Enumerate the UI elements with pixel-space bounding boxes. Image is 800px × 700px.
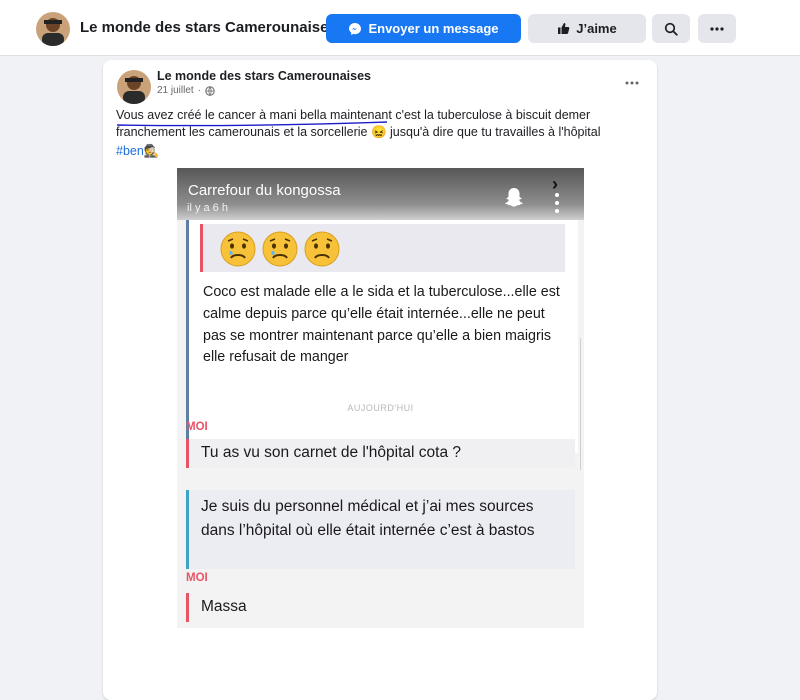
received-message-bubble: Je suis du personnel médical et j’ai mes… xyxy=(186,490,575,569)
divider xyxy=(580,338,581,470)
snapchat-ghost-icon xyxy=(505,188,523,207)
globe-icon xyxy=(205,85,215,96)
more-icon xyxy=(625,81,639,85)
like-label: J’aime xyxy=(576,21,617,36)
message-text-2: Je suis du personnel médical et j’ai mes… xyxy=(201,498,535,539)
thumbs-up-icon xyxy=(558,23,570,34)
page-avatar[interactable] xyxy=(36,12,70,46)
sad-emoji-row xyxy=(219,230,341,268)
search-icon xyxy=(664,22,678,36)
send-message-button[interactable]: Envoyer un message xyxy=(326,14,521,43)
day-divider: AUJOURD'HUI xyxy=(347,403,414,413)
message-text-1: Coco est malade elle a le sida et la tub… xyxy=(203,284,560,366)
post-text: Vous avez créé le cancer à mani bella ma… xyxy=(116,107,646,141)
page-name[interactable]: Le monde des stars Camerounaises xyxy=(80,19,337,36)
more-icon xyxy=(710,26,724,31)
page-header: Le monde des stars Camerounaises Envoyer… xyxy=(0,0,800,56)
underline-annotation xyxy=(116,121,388,127)
sad-emoji-icon xyxy=(262,231,298,267)
reply-text-1: Tu as vu son carnet de l'hôpital cota ? xyxy=(201,444,462,461)
sent-message-bubble: Tu as vu son carnet de l'hôpital cota ? xyxy=(186,439,575,468)
post-author-name[interactable]: Le monde des stars Camerounaises xyxy=(157,69,371,83)
reply-text-2: Massa xyxy=(201,598,247,615)
more-options-button[interactable] xyxy=(698,14,736,43)
search-button[interactable] xyxy=(652,14,690,43)
post-meta: 21 juillet · xyxy=(157,85,215,96)
post-options-button[interactable] xyxy=(621,76,643,90)
sad-emoji-icon xyxy=(304,231,340,267)
like-page-button[interactable]: J’aime xyxy=(528,14,646,43)
post-image[interactable]: Carrefour du kongossa il y a 6 h › Coco … xyxy=(177,168,584,628)
post-hashtag[interactable]: #ben🕵 xyxy=(116,144,159,159)
chat-header: Carrefour du kongossa il y a 6 h › xyxy=(177,168,584,220)
post-author-avatar[interactable] xyxy=(117,70,151,104)
messenger-icon xyxy=(349,22,362,35)
send-message-label: Envoyer un message xyxy=(368,21,499,36)
sender-label: MOI xyxy=(186,572,208,584)
sad-emoji-icon xyxy=(220,231,256,267)
post-date[interactable]: 21 juillet xyxy=(157,85,194,96)
post-text-line-1: Vous avez créé le cancer à mani bella ma… xyxy=(116,107,590,127)
chat-title: Carrefour du kongossa xyxy=(188,182,341,199)
sent-message-bubble: Massa xyxy=(186,593,575,622)
more-icon xyxy=(555,193,559,213)
sender-label: MOI xyxy=(186,421,208,433)
chat-time: il y a 6 h xyxy=(187,202,228,214)
